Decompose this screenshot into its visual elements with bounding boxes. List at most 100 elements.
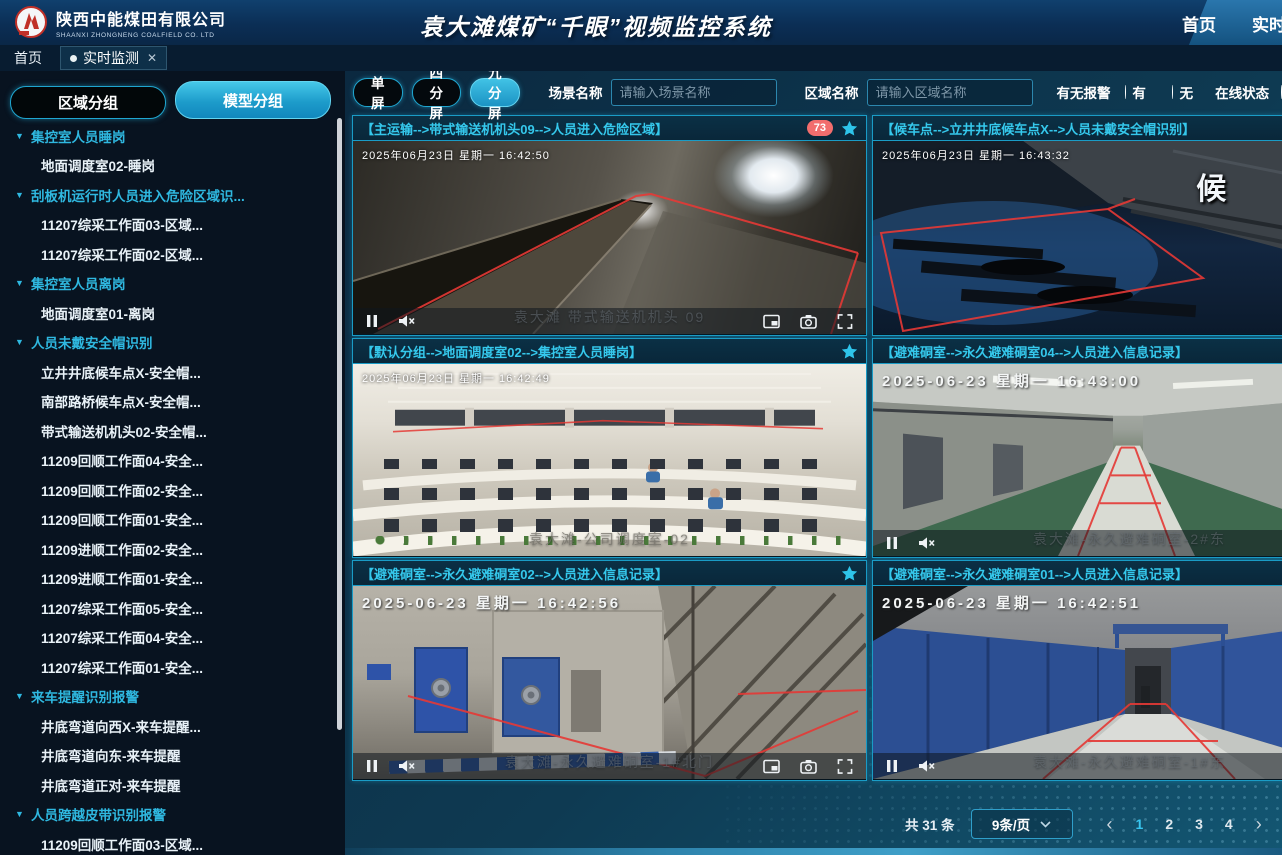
- sidebar-scrollbar[interactable]: [337, 118, 342, 730]
- company-logo-icon: [14, 5, 48, 39]
- tree-item[interactable]: 11207综采工作面05-安全...: [0, 593, 333, 623]
- tree-item[interactable]: 井底弯道正对-来车提醒: [0, 770, 333, 800]
- tree-group[interactable]: ▼集控室人员睡岗: [0, 121, 333, 151]
- tree-item[interactable]: 11209回顺工作面01-安全...: [0, 505, 333, 535]
- star-icon[interactable]: [841, 120, 858, 137]
- star-icon[interactable]: [841, 565, 858, 582]
- mute-icon[interactable]: [918, 536, 935, 550]
- tree-item[interactable]: 11209回顺工作面03-区域...: [0, 829, 333, 855]
- tree-item[interactable]: 带式输送机机头02-安全帽...: [0, 416, 333, 446]
- tree-item[interactable]: 11209回顺工作面02-安全...: [0, 475, 333, 505]
- scene-name-input[interactable]: [611, 79, 777, 106]
- video-feed[interactable]: 2025年06月23日 星期一 16:43:32 候 车 千眼监控: [873, 141, 1282, 334]
- video-feed[interactable]: 2025-06-23 星期一 16:42:51 袁大滩-永久避难硐室-1#东: [873, 586, 1282, 779]
- camera-tree: ▼集控室人员睡岗 地面调度室02-睡岗 ▼刮板机运行时人员进入危险区域识... …: [0, 121, 333, 855]
- total-count: 共 31 条: [905, 814, 955, 834]
- area-group-button[interactable]: 区域分组: [10, 86, 166, 119]
- video-panel: 【避难硐室-->永久避难硐室04-->人员进入信息记录】: [872, 338, 1282, 558]
- tree-item[interactable]: 井底弯道向东-来车提醒: [0, 741, 333, 771]
- mute-icon[interactable]: [918, 759, 935, 773]
- tree-item[interactable]: 11207综采工作面03-区域...: [0, 210, 333, 240]
- quad-screen-button[interactable]: 四分屏: [412, 78, 462, 107]
- pause-icon[interactable]: [366, 759, 378, 773]
- page-number-2[interactable]: 2: [1154, 816, 1184, 832]
- tree-item[interactable]: 立井井底候车点X-安全帽...: [0, 357, 333, 387]
- tree-item[interactable]: 南部路桥候车点X-安全帽...: [0, 387, 333, 417]
- tab-active-dot-icon: [70, 55, 77, 62]
- tab-strip: 首页 实时监测 ✕: [0, 45, 1282, 72]
- close-icon[interactable]: ✕: [147, 51, 157, 65]
- tree-item[interactable]: 11207综采工作面01-安全...: [0, 652, 333, 682]
- collapse-arrow-icon: ▼: [15, 337, 31, 347]
- prev-page-icon[interactable]: ‹: [1095, 811, 1125, 837]
- page-size-select[interactable]: 9条/页: [971, 809, 1073, 839]
- fullscreen-icon[interactable]: [837, 314, 853, 329]
- video-feed[interactable]: 2025-06-23 星期一 16:42:56 袁大滩-永久避难硐室-1#北门: [353, 586, 866, 779]
- pause-icon[interactable]: [366, 314, 378, 328]
- mute-icon[interactable]: [398, 759, 415, 773]
- brand-text: 陕西中能煤田有限公司 SHAANXI ZHONGNENG COALFIELD C…: [56, 6, 226, 39]
- tree-item[interactable]: 11209进顺工作面02-安全...: [0, 534, 333, 564]
- video-panel: 【避难硐室-->永久避难硐室02-->人员进入信息记录】: [352, 560, 867, 781]
- collapse-arrow-icon: ▼: [15, 190, 31, 200]
- alarm-yes-radio[interactable]: [1125, 85, 1126, 99]
- snapshot-icon[interactable]: [800, 759, 817, 774]
- tree-group[interactable]: ▼人员跨越皮带识别报警: [0, 800, 333, 830]
- video-frame-graphic: [353, 586, 866, 779]
- page-number-3[interactable]: 3: [1184, 816, 1214, 832]
- collapse-arrow-icon: ▼: [15, 131, 31, 141]
- tab-realtime-monitor[interactable]: 实时监测 ✕: [60, 46, 167, 70]
- single-screen-button[interactable]: 单屏: [353, 78, 403, 107]
- tree-group[interactable]: ▼刮板机运行时人员进入危险区域识...: [0, 180, 333, 210]
- tree-item[interactable]: 11207综采工作面02-区域...: [0, 239, 333, 269]
- alarm-no-radio[interactable]: [1172, 85, 1173, 99]
- pause-icon[interactable]: [886, 759, 898, 773]
- pip-icon[interactable]: [763, 759, 780, 774]
- page-number-1[interactable]: 1: [1125, 816, 1155, 832]
- video-controls: [353, 308, 866, 334]
- mute-icon[interactable]: [398, 314, 415, 328]
- nav-item-home[interactable]: 首页: [1182, 11, 1216, 36]
- video-frame-graphic: [353, 141, 866, 334]
- video-panel-header: 【默认分组-->地面调度室02-->集控室人员睡岗】: [353, 339, 866, 364]
- area-name-label: 区域名称: [805, 82, 859, 102]
- tree-group[interactable]: ▼集控室人员离岗: [0, 269, 333, 299]
- fullscreen-icon[interactable]: [837, 759, 853, 774]
- tree-item[interactable]: 11207综采工作面04-安全...: [0, 623, 333, 653]
- next-page-icon[interactable]: ›: [1244, 811, 1274, 837]
- video-timestamp: 2025-06-23 星期一 16:42:56: [362, 592, 621, 613]
- video-panel-header: 【候车点-->立井井底候车点X-->人员未戴安全帽识别】: [873, 116, 1282, 141]
- model-group-button[interactable]: 模型分组: [175, 81, 331, 119]
- group-switch: 区域分组 模型分组: [10, 81, 331, 119]
- tree-group[interactable]: ▼人员未戴安全帽识别: [0, 328, 333, 358]
- collapse-arrow-icon: ▼: [15, 691, 31, 701]
- video-panel: 【避难硐室-->永久避难硐室01-->人员进入信息记录】: [872, 560, 1282, 781]
- nine-screen-button[interactable]: 九分屏: [470, 78, 520, 107]
- top-header: 陕西中能煤田有限公司 SHAANXI ZHONGNENG COALFIELD C…: [0, 0, 1282, 45]
- page-size-value: 9条/页: [992, 814, 1030, 834]
- video-controls: [873, 530, 1282, 556]
- pause-icon[interactable]: [886, 536, 898, 550]
- video-watermark: 袁大滩-公司调度室-02: [529, 529, 690, 549]
- tree-item[interactable]: 11209进顺工作面01-安全...: [0, 564, 333, 594]
- video-panel: 【默认分组-->地面调度室02-->集控室人员睡岗】: [352, 338, 867, 558]
- nav-item-monitor[interactable]: 实时监测: [1252, 11, 1282, 36]
- video-feed[interactable]: 2025年06月23日 星期一 16:42:50 袁大滩 带式输送机机头 09: [353, 141, 866, 334]
- tab-label: 实时监测: [83, 48, 139, 68]
- star-icon[interactable]: [841, 343, 858, 360]
- tree-item[interactable]: 井底弯道向西X-来车提醒...: [0, 711, 333, 741]
- video-title: 【避难硐室-->永久避难硐室02-->人员进入信息记录】: [361, 564, 833, 583]
- tree-item[interactable]: 11209回顺工作面04-安全...: [0, 446, 333, 476]
- tree-item[interactable]: 地面调度室02-睡岗: [0, 151, 333, 181]
- company-name-en: SHAANXI ZHONGNENG COALFIELD CO. LTD: [56, 32, 226, 39]
- page-number-4[interactable]: 4: [1214, 816, 1244, 832]
- tree-item[interactable]: 地面调度室01-离岗: [0, 298, 333, 328]
- monitor-row: [384, 488, 835, 500]
- tree-group[interactable]: ▼来车提醒识别报警: [0, 682, 333, 712]
- pip-icon[interactable]: [763, 314, 780, 329]
- area-name-input[interactable]: [867, 79, 1033, 106]
- video-feed[interactable]: 2025-06-23 星期一 16:43:00 袁大滩-永久避难硐室-2#东: [873, 364, 1282, 556]
- video-feed[interactable]: 2025年06月23日 星期一 16:42:49 袁大滩-公司调度室-02: [353, 364, 866, 556]
- snapshot-icon[interactable]: [800, 314, 817, 329]
- tab-home[interactable]: 首页: [14, 48, 42, 68]
